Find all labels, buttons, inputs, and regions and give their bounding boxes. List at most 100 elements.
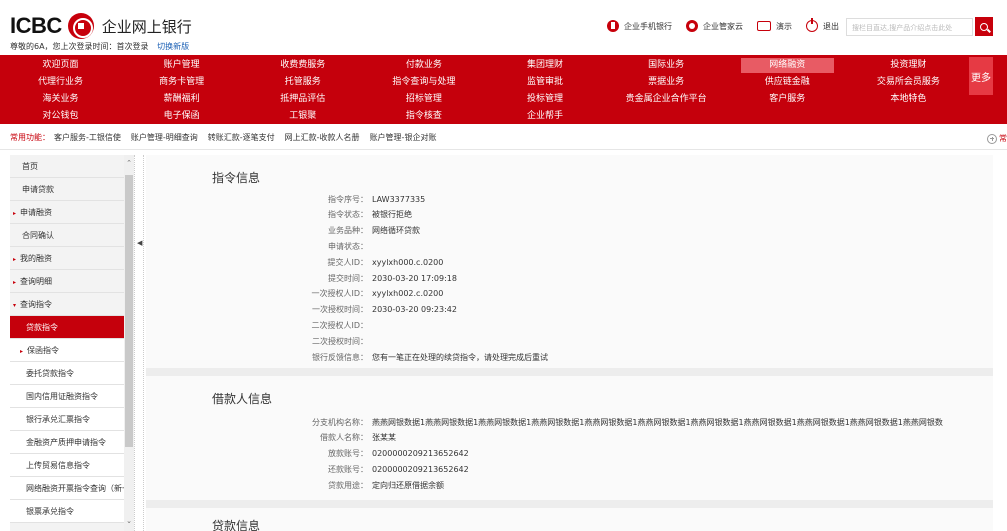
- nav-item[interactable]: 抵押品评估: [242, 91, 363, 108]
- nav-item[interactable]: 监管审批: [485, 74, 606, 91]
- sidebar-collapse-handle[interactable]: ◀: [134, 155, 144, 531]
- quick-item[interactable]: 转账汇款-逐笔支付: [208, 132, 275, 143]
- nav-item[interactable]: 本地特色: [848, 91, 969, 108]
- sidebar-item[interactable]: ▸ 申请融资: [10, 201, 133, 224]
- nav-item[interactable]: 投标管理: [485, 91, 606, 108]
- nav-item[interactable]: 账户管理: [121, 57, 242, 74]
- sidebar-item-label: 贷款指令: [26, 323, 58, 332]
- sidebar-item[interactable]: 网络融资开票指令查询（新一: [10, 477, 133, 500]
- borrower-section-title: 借款人信息: [212, 392, 273, 406]
- nav-more-button[interactable]: 更多: [969, 57, 993, 95]
- nav-item[interactable]: 商务卡管理: [121, 74, 242, 91]
- search-input[interactable]: 搜栏目直达,搜产品介绍点击此处: [846, 18, 973, 36]
- quick-functions-label: 常用功能：: [10, 133, 50, 142]
- quick-item[interactable]: 账户管理-银企对账: [370, 132, 437, 143]
- nav-item[interactable]: 工银聚: [242, 108, 363, 125]
- nav-item[interactable]: 客户服务: [727, 91, 848, 108]
- nav-item[interactable]: 代理行业务: [0, 74, 121, 91]
- sidebar-item-label: 合同确认: [22, 231, 54, 240]
- sidebar-item[interactable]: 国内信用证融资指令: [10, 385, 133, 408]
- sidebar-item[interactable]: 银行承兑汇票指令: [10, 408, 133, 431]
- sidebar-item[interactable]: 申请贷款: [10, 178, 133, 201]
- scroll-up-icon[interactable]: ⌃: [125, 159, 133, 167]
- nav-item[interactable]: 对公钱包: [0, 108, 121, 125]
- nav-item[interactable]: 薪酬福利: [121, 91, 242, 108]
- field-value: 2030-03-20 17:09:18: [372, 273, 457, 283]
- nav-empty: [848, 108, 969, 125]
- nav-item[interactable]: 招标管理: [363, 91, 484, 108]
- nav-item[interactable]: 集团理财: [485, 57, 606, 74]
- field-row: 一次授权人ID： xyylxh002.c.0200: [146, 286, 993, 302]
- sidebar-item[interactable]: 金融资产质押申请指令: [10, 431, 133, 454]
- sidebar-item-label: 保函指令: [27, 346, 60, 355]
- field-row: 指令状态： 被银行拒绝: [146, 207, 993, 223]
- sidebar-item[interactable]: ▸ 我的融资: [10, 247, 133, 270]
- nav-item[interactable]: 票据业务: [606, 74, 727, 91]
- scrollbar-thumb[interactable]: [125, 175, 133, 447]
- field-row: 银行反馈信息： 您有一笔正在处理的续贷指令，请处理完成后重试: [146, 349, 993, 365]
- steward-cloud-link[interactable]: 企业管家云: [686, 20, 743, 32]
- field-label: 指令状态：: [328, 210, 368, 220]
- search-button[interactable]: [975, 17, 993, 36]
- sidebar-item[interactable]: ▾ 查询指令: [10, 293, 133, 316]
- demo-link[interactable]: 演示: [757, 21, 792, 32]
- field-row: 还款账号： 0200000209213652642: [146, 461, 993, 477]
- phone-icon: [607, 20, 619, 32]
- sidebar-item[interactable]: ▸ 查询明细: [10, 270, 133, 293]
- sidebar-item[interactable]: 贷款指令: [10, 316, 133, 339]
- sidebar-item[interactable]: 上传贸易信息指令: [10, 454, 133, 477]
- field-row: 业务品种： 网络循环贷款: [146, 223, 993, 239]
- sidebar-item[interactable]: 银票承兑指令: [10, 500, 133, 523]
- field-value: 2030-03-20 09:23:42: [372, 305, 457, 315]
- top-links: 企业手机银行 企业管家云 演示 退出: [593, 18, 839, 32]
- expand-right-icon: ▸: [13, 256, 17, 263]
- expand-right-icon: ▸: [20, 348, 24, 355]
- nav-item[interactable]: 电子保函: [121, 108, 242, 125]
- sidebar-item[interactable]: ▸ 保函指令: [10, 339, 133, 362]
- sidebar-scrollbar[interactable]: ⌃ ⌄: [124, 155, 134, 531]
- section-divider: [146, 368, 993, 376]
- logout-label: 退出: [823, 21, 839, 31]
- nav-item[interactable]: 指令核查: [363, 108, 484, 125]
- switch-version-link[interactable]: 切换新版: [157, 42, 189, 51]
- nav-item[interactable]: 交易所会员服务: [848, 74, 969, 91]
- sidebar-item-label: 银行承兑汇票指令: [26, 415, 90, 424]
- nav-item[interactable]: 欢迎页面: [0, 57, 121, 74]
- quick-item[interactable]: 客户服务-工银信使: [54, 132, 121, 143]
- field-label: 指令序号：: [328, 194, 368, 204]
- nav-item[interactable]: 指令查询与处理: [363, 74, 484, 91]
- sidebar-item-label: 金融资产质押申请指令: [26, 438, 106, 447]
- sidebar-item[interactable]: 首页: [10, 155, 133, 178]
- sidebar-item[interactable]: 委托贷款指令: [10, 362, 133, 385]
- quick-add[interactable]: 常: [987, 133, 1007, 144]
- icbc-seal-icon: [67, 13, 94, 39]
- nav-empty: [606, 108, 727, 125]
- quick-item[interactable]: 网上汇款-收款人名册: [285, 132, 360, 143]
- scroll-down-icon[interactable]: ⌄: [125, 517, 133, 525]
- quick-item[interactable]: 账户管理-明细查询: [131, 132, 198, 143]
- icbc-logo[interactable]: ICBC 企业网上银行: [10, 13, 192, 39]
- nav-item[interactable]: 网络融资: [740, 58, 834, 73]
- sidebar-item[interactable]: 合同确认: [10, 224, 133, 247]
- logout-link[interactable]: 退出: [806, 18, 839, 32]
- nav-item[interactable]: 贵金属企业合作平台: [606, 91, 727, 108]
- nav-item[interactable]: 国际业务: [606, 57, 727, 74]
- field-value: 定向归还原借据余额: [372, 480, 444, 490]
- field-value: LAW3377335: [372, 194, 426, 204]
- field-row: 指令序号： LAW3377335: [146, 191, 993, 207]
- mobile-banking-link[interactable]: 企业手机银行: [607, 20, 672, 32]
- nav-item[interactable]: 企业帮手: [485, 108, 606, 125]
- nav-item[interactable]: 托管服务: [242, 74, 363, 91]
- field-label: 一次授权人ID：: [311, 289, 368, 299]
- nav-item[interactable]: 收费费服务: [242, 57, 363, 74]
- field-value: xyylxh000.c.0200: [372, 257, 444, 267]
- field-value: 0200000209213652642: [372, 464, 469, 474]
- nav-item[interactable]: 投资理财: [848, 57, 969, 74]
- logo-text: ICBC: [10, 13, 62, 38]
- nav-item[interactable]: 海关业务: [0, 91, 121, 108]
- nav-item[interactable]: 付款业务: [363, 57, 484, 74]
- cloud-icon: [686, 20, 698, 32]
- field-value: 网络循环贷款: [372, 226, 420, 236]
- nav-item[interactable]: 供应链金融: [727, 74, 848, 91]
- sidebar-item-label: 上传贸易信息指令: [26, 461, 90, 470]
